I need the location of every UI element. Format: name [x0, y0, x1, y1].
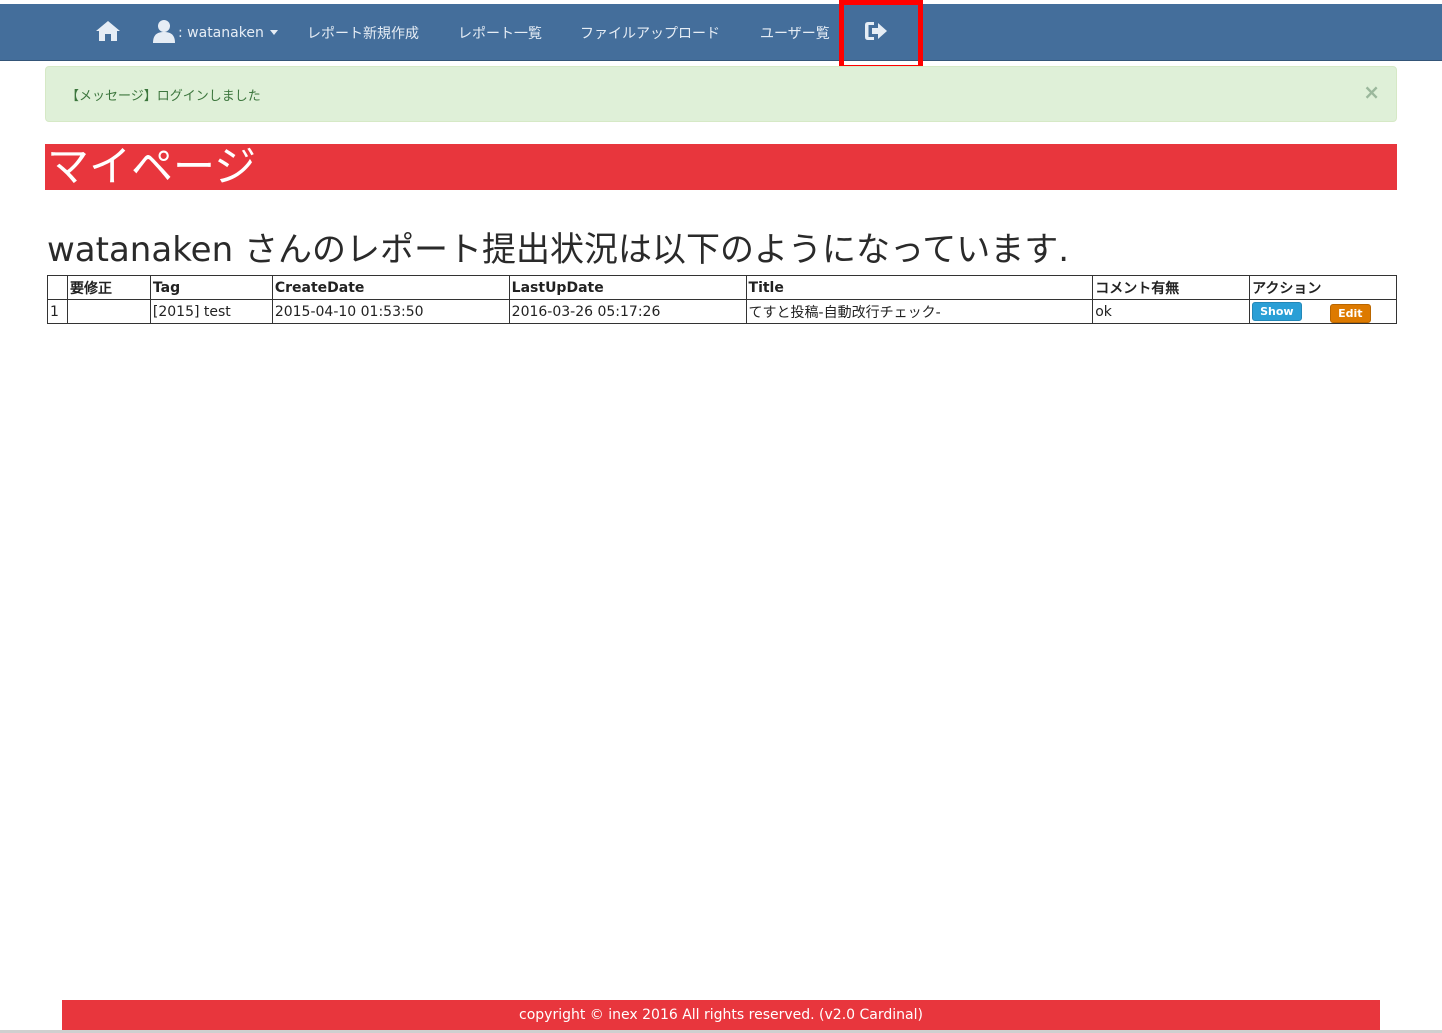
nav-user-dropdown[interactable]: : watanaken	[152, 4, 278, 61]
cell-last-update: 2016-03-26 05:17:26	[508, 299, 747, 324]
page-title: マイページ	[45, 144, 1397, 190]
report-table: 要修正 Tag CreateDate LastUpDate Title コメント…	[47, 275, 1397, 324]
nav-report-list[interactable]: レポート一覧	[458, 4, 542, 61]
cell-needs-fix	[66, 299, 151, 324]
col-header-last-update: LastUpDate	[508, 275, 747, 300]
table-row: 1 [2015] test 2015-04-10 01:53:50 2016-0…	[47, 299, 1397, 324]
sign-out-icon	[864, 20, 890, 46]
cell-actions: Show Edit	[1249, 299, 1397, 324]
col-header-comment: コメント有無	[1092, 275, 1251, 300]
col-header-no	[47, 275, 68, 300]
top-navbar: : watanaken レポート新規作成 レポート一覧 ファイルアップロード ユ…	[0, 4, 1442, 61]
user-icon	[152, 19, 176, 47]
col-header-title: Title	[745, 275, 1094, 300]
show-button[interactable]: Show	[1252, 302, 1302, 321]
footer-copyright: copyright © inex 2016 All rights reserve…	[519, 1007, 923, 1023]
col-header-action: アクション	[1249, 275, 1397, 300]
edit-button[interactable]: Edit	[1330, 304, 1371, 323]
cell-no: 1	[47, 299, 68, 324]
cell-create-date: 2015-04-10 01:53:50	[271, 299, 510, 324]
user-name-label: : watanaken	[178, 24, 264, 41]
nav-new-report[interactable]: レポート新規作成	[307, 4, 419, 61]
nav-logout-button[interactable]	[864, 4, 890, 61]
footer: copyright © inex 2016 All rights reserve…	[62, 1000, 1380, 1033]
alert-message: 【メッセージ】ログインしました	[66, 89, 261, 104]
login-alert: 【メッセージ】ログインしました ×	[45, 66, 1397, 122]
nav-home[interactable]	[95, 4, 121, 61]
cell-comment: ok	[1092, 299, 1251, 324]
cell-title: てすと投稿-自動改行チェック-	[745, 299, 1094, 324]
col-header-tag: Tag	[149, 275, 273, 300]
home-icon	[95, 20, 121, 46]
col-header-needs-fix: 要修正	[66, 275, 151, 300]
cell-tag: [2015] test	[149, 299, 273, 324]
nav-user-list[interactable]: ユーザー覧	[760, 4, 830, 61]
status-heading: watanaken さんのレポート提出状況は以下のようになっています.	[47, 230, 1070, 270]
chevron-down-icon	[269, 30, 278, 35]
col-header-create-date: CreateDate	[271, 275, 510, 300]
nav-file-upload[interactable]: ファイルアップロード	[580, 4, 720, 61]
table-header-row: 要修正 Tag CreateDate LastUpDate Title コメント…	[47, 275, 1397, 300]
close-icon[interactable]: ×	[1363, 82, 1380, 102]
